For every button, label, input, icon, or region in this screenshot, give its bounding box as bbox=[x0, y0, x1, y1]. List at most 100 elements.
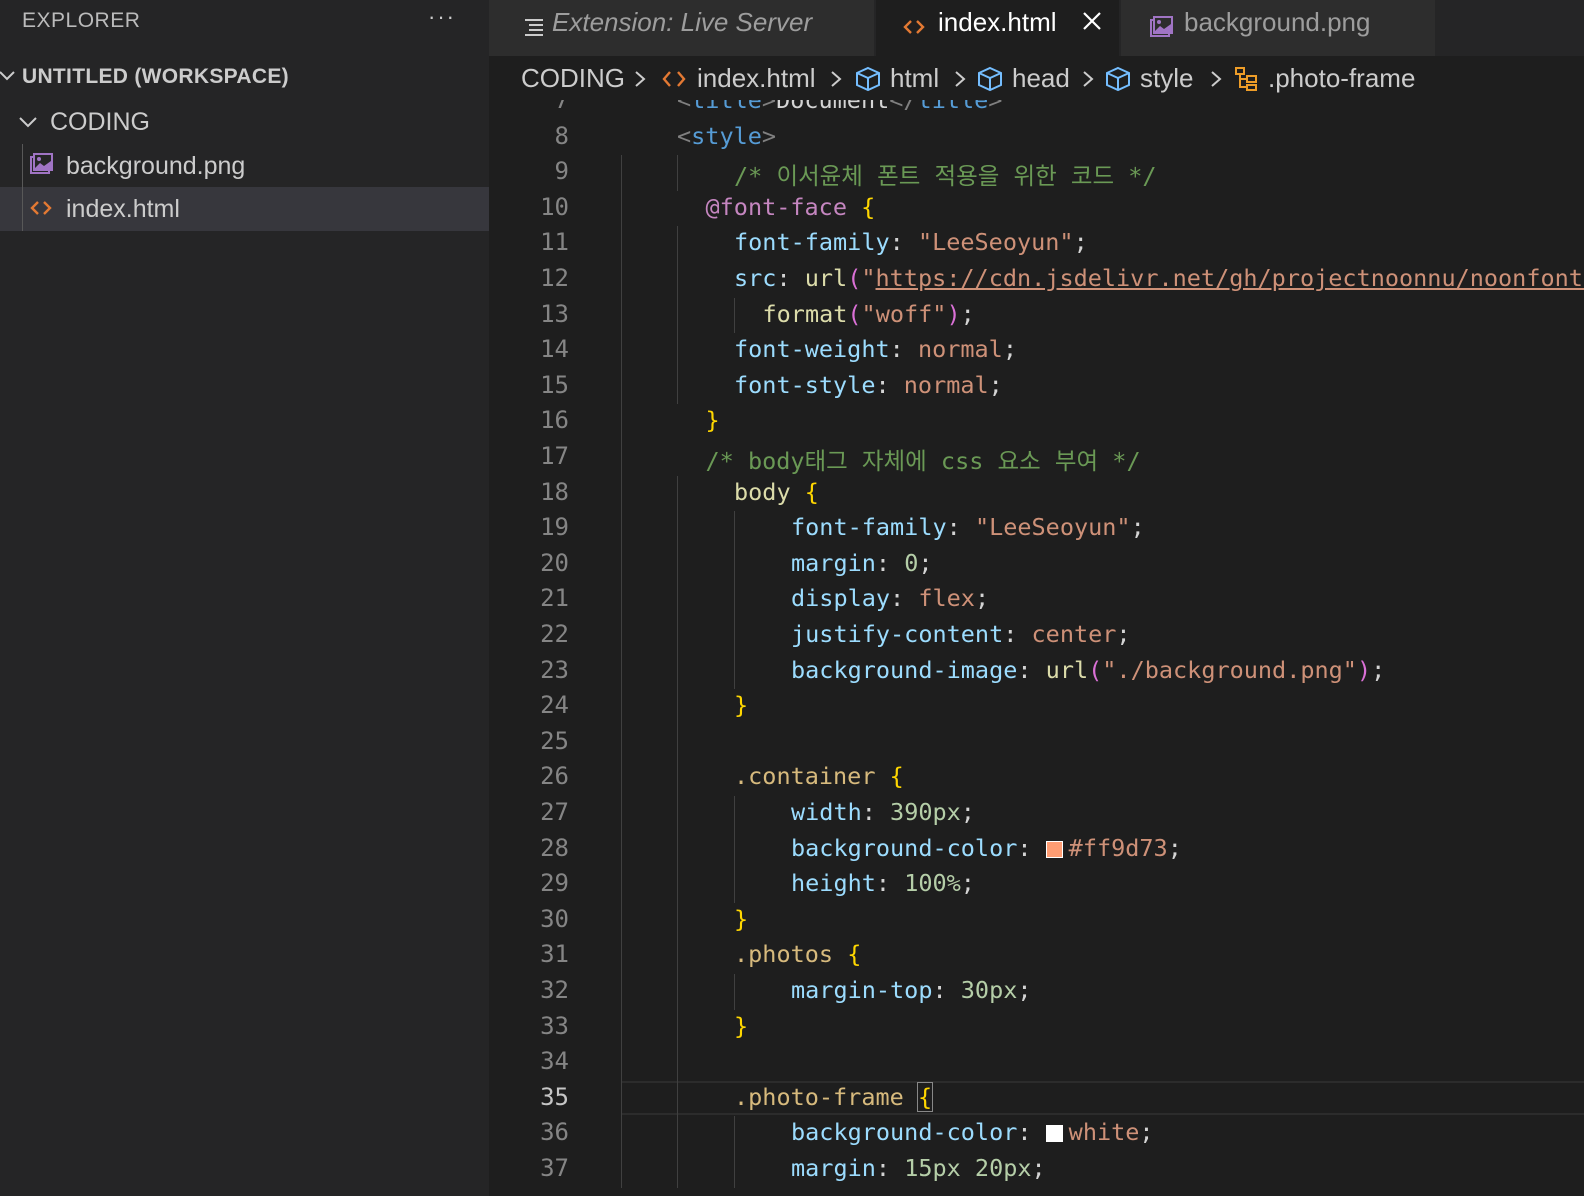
indent-guide bbox=[677, 653, 678, 690]
element-icon bbox=[856, 66, 880, 92]
line-number: 22 bbox=[540, 620, 569, 648]
code-text: <style> bbox=[677, 122, 776, 150]
indent-guide bbox=[734, 511, 735, 547]
code-line[interactable]: 23 background-image: url("./background.pn… bbox=[489, 653, 1584, 690]
code-token: : bbox=[1017, 655, 1046, 684]
explorer-header: EXPLORER ··· bbox=[0, 0, 489, 44]
code-token: 100% bbox=[904, 869, 961, 898]
code-editor[interactable]: 7 <title>Document</title> 8 <style> 9/* 이서윤체… bbox=[489, 100, 1584, 1196]
code-text: font-weight: normal; bbox=[734, 335, 1017, 363]
folder-row-coding[interactable]: CODING bbox=[0, 100, 489, 144]
explorer-title: EXPLORER bbox=[22, 9, 141, 32]
color-swatch[interactable] bbox=[1045, 840, 1063, 858]
code-line[interactable]: 34 bbox=[489, 1045, 1584, 1081]
html-file-icon bbox=[903, 20, 925, 34]
line-number: 34 bbox=[540, 1047, 569, 1076]
code-line[interactable]: 36 background-color: white; bbox=[489, 1116, 1584, 1152]
code-token: /* body태그 자체에 css 요소 부여 */ bbox=[705, 447, 1141, 475]
code-text: body { bbox=[734, 478, 819, 506]
chevron-right-icon bbox=[635, 71, 646, 87]
code-line[interactable]: 19 font-family: "LeeSeoyun"; bbox=[489, 511, 1584, 547]
code-line[interactable]: 25 bbox=[489, 724, 1584, 761]
indent-guide bbox=[621, 262, 622, 298]
tab-background-png[interactable]: background.png bbox=[1121, 0, 1436, 56]
line-number: 35 bbox=[540, 1082, 569, 1111]
code-text: .photo-frame { bbox=[734, 1081, 934, 1112]
code-token: #ff9d73 bbox=[1068, 833, 1168, 862]
breadcrumb: CODING index.html html head style .photo… bbox=[489, 56, 1584, 100]
code-line[interactable]: 15 font-style: normal; bbox=[489, 368, 1584, 405]
code-token: src bbox=[734, 264, 777, 292]
breadcrumb-item-selector[interactable]: .photo-frame bbox=[1268, 63, 1415, 94]
tab-label: Extension: Live Server bbox=[552, 7, 813, 37]
breadcrumb-item-html[interactable]: html bbox=[890, 63, 939, 94]
indent-guide bbox=[621, 190, 622, 227]
code-line[interactable]: 28 background-color: #ff9d73; bbox=[489, 831, 1584, 868]
code-line[interactable]: 20 margin: 0; bbox=[489, 546, 1584, 583]
tab-index-html[interactable]: index.html bbox=[876, 0, 1120, 56]
code-token: font-weight bbox=[734, 335, 890, 364]
code-line[interactable]: 33} bbox=[489, 1009, 1584, 1046]
more-actions-icon[interactable]: ··· bbox=[428, 4, 456, 30]
indent-guide bbox=[677, 546, 678, 583]
indent-guide bbox=[734, 618, 735, 654]
code-line[interactable]: 27 width: 390px; bbox=[489, 796, 1584, 832]
code-line[interactable]: 37 margin: 15px 20px; bbox=[489, 1152, 1584, 1188]
code-line[interactable]: 9 /* 이서윤체 폰트 적용을 위한 코드 */ bbox=[489, 155, 1584, 191]
close-icon[interactable] bbox=[1081, 10, 1103, 32]
code-line[interactable]: 17 /* body태그 자체에 css 요소 부여 */ bbox=[489, 440, 1584, 476]
code-token: margin bbox=[791, 548, 876, 577]
file-item-background-png[interactable]: background.png bbox=[0, 144, 489, 188]
code-token: </ bbox=[889, 100, 918, 114]
breadcrumb-item-file[interactable]: index.html bbox=[697, 63, 816, 94]
code-text: background-color: #ff9d73; bbox=[791, 834, 1182, 862]
code-line[interactable]: 22 justify-content: center; bbox=[489, 618, 1584, 654]
indent-guide bbox=[621, 902, 622, 939]
color-swatch[interactable] bbox=[1045, 1125, 1063, 1143]
code-line[interactable]: 18 body { bbox=[489, 475, 1584, 512]
code-token: ; bbox=[1073, 228, 1088, 257]
code-text: } bbox=[734, 905, 748, 933]
code-line[interactable]: 31 .photos { bbox=[489, 938, 1584, 974]
breadcrumb-item-folder[interactable]: CODING bbox=[521, 63, 625, 94]
code-line[interactable]: 26 .container { bbox=[489, 760, 1584, 796]
code-line[interactable]: 32 margin-top: 30px; bbox=[489, 974, 1584, 1010]
code-line[interactable]: 29 height: 100%; bbox=[489, 867, 1584, 903]
breadcrumb-item-head[interactable]: head bbox=[1012, 63, 1070, 94]
code-line[interactable]: 13 format("woff"); bbox=[489, 297, 1584, 334]
indent-guide bbox=[22, 144, 23, 188]
workspace-row[interactable]: UNTITLED (WORKSPACE) bbox=[0, 56, 489, 100]
code-line[interactable]: 35 .photo-frame { bbox=[489, 1080, 1584, 1117]
code-line[interactable]: 12 src: url("https://cdn.jsdelivr.net/gh/… bbox=[489, 262, 1584, 298]
code-token: ; bbox=[1017, 976, 1032, 1004]
indent-guide bbox=[677, 974, 678, 1010]
code-line[interactable]: 24} bbox=[489, 689, 1584, 725]
indent-guide bbox=[677, 1080, 678, 1117]
breadcrumb-item-style[interactable]: style bbox=[1140, 63, 1193, 94]
indent-guide bbox=[621, 1116, 622, 1152]
line-number: 33 bbox=[540, 1011, 569, 1040]
indent-guide bbox=[734, 1116, 735, 1152]
code-line[interactable]: 10 @font-face { bbox=[489, 190, 1584, 227]
code-line[interactable]: 11 font-family: "LeeSeoyun"; bbox=[489, 226, 1584, 262]
image-file-icon bbox=[1150, 16, 1173, 37]
code-token: white bbox=[1068, 1118, 1140, 1147]
code-line[interactable]: 14 font-weight: normal; bbox=[489, 333, 1584, 369]
preview-icon bbox=[525, 19, 543, 36]
code-text: src: url("https://cdn.jsdelivr.net/gh/pr… bbox=[734, 264, 1584, 292]
code-line[interactable]: 30} bbox=[489, 902, 1584, 939]
code-line[interactable]: 16} bbox=[489, 404, 1584, 440]
code-token: ; bbox=[1371, 655, 1386, 684]
tab-live-server[interactable]: Extension: Live Server bbox=[489, 0, 875, 56]
indent-guide bbox=[677, 1152, 678, 1188]
code-token: margin-top bbox=[791, 976, 933, 1004]
code-line[interactable]: 21 display: flex; bbox=[489, 582, 1584, 618]
code-line[interactable]: 8 <style> bbox=[489, 120, 1584, 156]
indent-guide bbox=[621, 1045, 622, 1081]
indent-guide bbox=[677, 1116, 678, 1152]
file-item-index-html[interactable]: index.html bbox=[0, 187, 489, 231]
code-token: height bbox=[791, 869, 876, 898]
indent-guide bbox=[621, 831, 622, 868]
code-line[interactable]: 7 <title>Document</title> bbox=[489, 100, 1584, 120]
